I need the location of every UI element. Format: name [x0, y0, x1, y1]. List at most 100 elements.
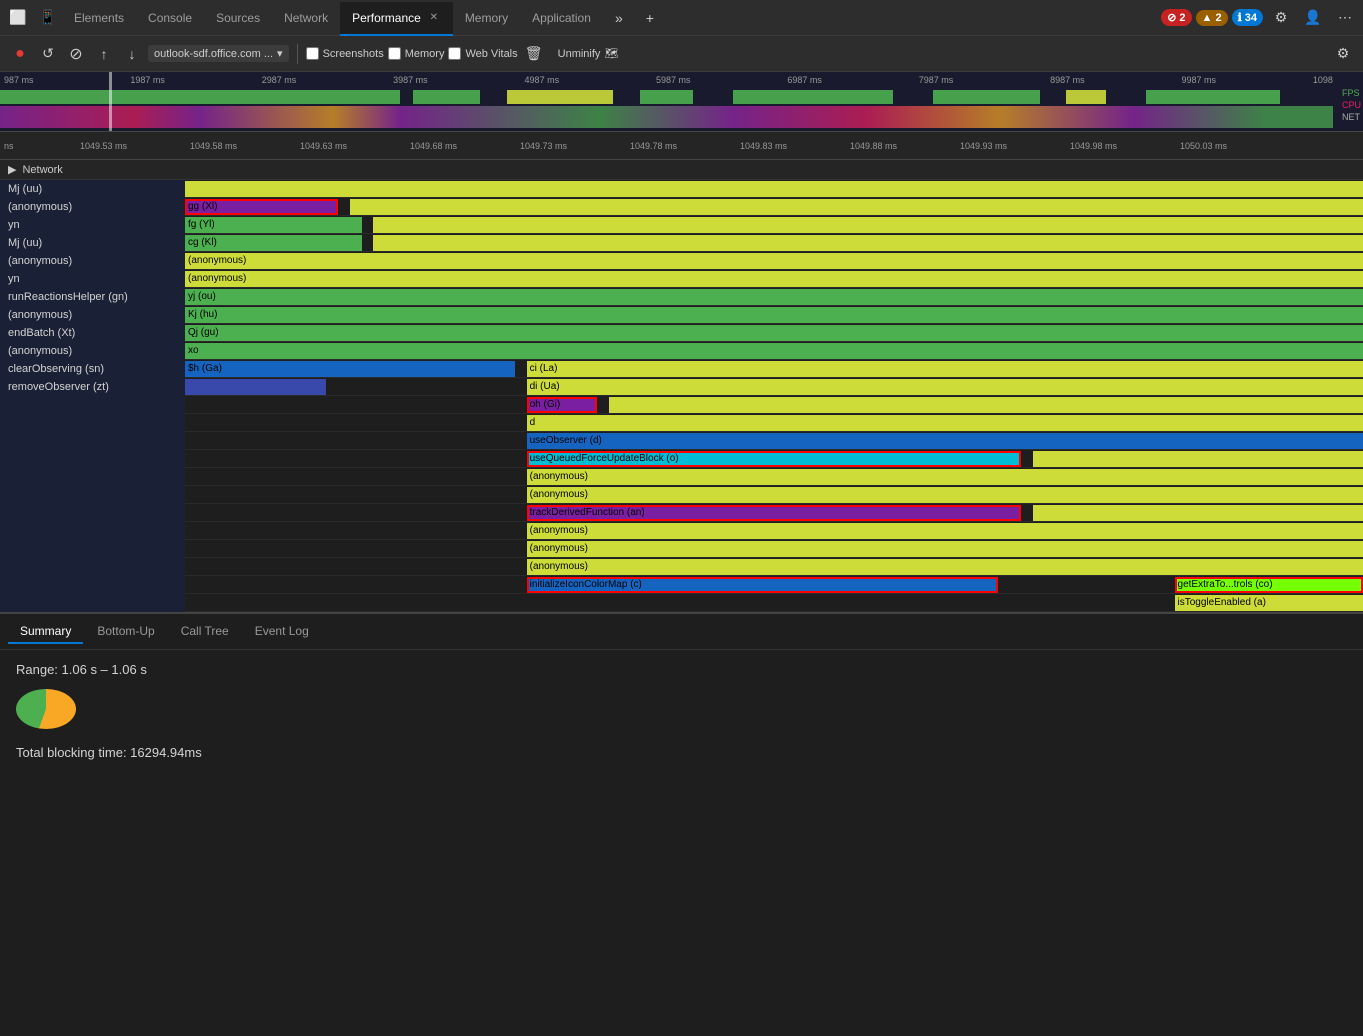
flame-block[interactable]: (anonymous) [527, 487, 1363, 503]
flame-block[interactable]: (anonymous) [527, 541, 1363, 557]
screenshots-checkbox[interactable]: Screenshots [306, 47, 384, 60]
table-row: (anonymous) Kj (hu) [0, 306, 1363, 324]
web-vitals-checkbox[interactable]: Web Vitals [448, 47, 517, 60]
settings2-icon[interactable]: ⚙ [1331, 42, 1355, 66]
flame-block[interactable] [1033, 505, 1363, 521]
flame-block[interactable] [350, 199, 1363, 215]
table-row: isToggleEnabled (a) [0, 594, 1363, 612]
tab-elements[interactable]: Elements [62, 2, 136, 36]
flame-label [0, 594, 185, 612]
flame-block[interactable]: gg (Xl) [185, 199, 338, 215]
tab-summary[interactable]: Summary [8, 620, 83, 644]
flame-blocks: gg (Xl) [185, 198, 1363, 216]
tab-call-tree[interactable]: Call Tree [169, 620, 241, 644]
reload-btn[interactable]: ↺ [36, 42, 60, 66]
flame-block[interactable] [1033, 451, 1363, 467]
table-row: endBatch (Xt) Qj (gu) [0, 324, 1363, 342]
separator1 [297, 44, 298, 64]
more-tabs-btn[interactable]: » [605, 4, 633, 32]
flame-block[interactable] [609, 397, 1363, 413]
tab-application[interactable]: Application [520, 2, 603, 36]
network-expand-icon[interactable]: ▶ [8, 163, 16, 176]
flame-block[interactable]: (anonymous) [527, 559, 1363, 575]
tab-memory[interactable]: Memory [453, 2, 520, 36]
upload-btn[interactable]: ↑ [92, 42, 116, 66]
flame-block[interactable]: (anonymous) [185, 253, 1363, 269]
flame-blocks: Kj (hu) [185, 306, 1363, 324]
flame-block[interactable]: isToggleEnabled (a) [1175, 595, 1363, 611]
flame-label [0, 450, 185, 468]
flame-label: (anonymous) [0, 198, 185, 216]
flame-block[interactable]: ci (La) [527, 361, 1363, 377]
customize-icon[interactable]: 👤 [1299, 4, 1327, 32]
flame-block[interactable]: (anonymous) [527, 469, 1363, 485]
tab-network[interactable]: Network [272, 2, 340, 36]
tab-close-performance[interactable]: ✕ [427, 11, 441, 25]
device-icon[interactable]: 📱 [34, 4, 62, 32]
flame-block[interactable]: useObserver (d) [527, 433, 1363, 449]
error-badge[interactable]: ⊘ 2 [1161, 9, 1191, 26]
overview-panel: 987 ms 1987 ms 2987 ms 3987 ms 4987 ms 5… [0, 72, 1363, 132]
flame-blocks: (anonymous) [185, 270, 1363, 288]
flame-block[interactable]: trackDerivedFunction (an) [527, 505, 1022, 521]
table-row: (anonymous) [0, 486, 1363, 504]
dock-icon[interactable]: ⬜ [4, 4, 32, 32]
record-btn[interactable]: ● [8, 42, 32, 66]
flame-block[interactable]: $h (Ga) [185, 361, 515, 377]
table-row: (anonymous) gg (Xl) [0, 198, 1363, 216]
tab-console[interactable]: Console [136, 2, 204, 36]
flame-blocks: (anonymous) [185, 252, 1363, 270]
tab-bottom-up[interactable]: Bottom-Up [85, 620, 166, 644]
settings-icon[interactable]: ⚙ [1267, 4, 1295, 32]
trash-icon[interactable]: 🗑 [522, 42, 546, 66]
flame-block[interactable]: di (Ua) [527, 379, 1363, 395]
flame-label: Mj (uu) [0, 234, 185, 252]
flame-block[interactable]: d [527, 415, 1363, 431]
flame-label [0, 558, 185, 576]
flame-block[interactable]: (anonymous) [527, 523, 1363, 539]
flame-block[interactable] [373, 235, 1363, 251]
flame-block[interactable]: useQueuedForceUpdateBlock (o) [527, 451, 1022, 467]
flame-block[interactable]: (anonymous) [185, 271, 1363, 287]
flame-block[interactable]: oh (Gi) [527, 397, 598, 413]
flame-label: (anonymous) [0, 342, 185, 360]
flame-blocks: (anonymous) [185, 540, 1363, 558]
flame-block[interactable] [373, 217, 1363, 233]
flame-block[interactable]: initializeIconColorMap (c) [527, 577, 998, 593]
flame-block[interactable]: cg (Kl) [185, 235, 362, 251]
tab-event-log[interactable]: Event Log [243, 620, 321, 644]
flame-block[interactable] [185, 181, 1363, 197]
table-row: (anonymous) [0, 522, 1363, 540]
flame-block[interactable]: getExtraTo...trols (co) [1175, 577, 1363, 593]
download-btn[interactable]: ↓ [120, 42, 144, 66]
flame-blocks: (anonymous) [185, 468, 1363, 486]
flame-block[interactable]: xo [185, 343, 1363, 359]
more-icon[interactable]: ⋯ [1331, 4, 1359, 32]
warning-badge[interactable]: ▲ 2 [1196, 10, 1228, 26]
flame-block[interactable]: yj (ou) [185, 289, 1363, 305]
flame-label [0, 468, 185, 486]
flame-blocks: useQueuedForceUpdateBlock (o) [185, 450, 1363, 468]
memory-checkbox[interactable]: Memory [388, 47, 445, 60]
table-row: runReactionsHelper (gn) yj (ou) [0, 288, 1363, 306]
flame-blocks: $h (Ga) ci (La) [185, 360, 1363, 378]
tab-sources[interactable]: Sources [204, 2, 272, 36]
flame-block[interactable]: Kj (hu) [185, 307, 1363, 323]
url-dropdown-icon[interactable]: ▾ [277, 47, 283, 60]
table-row: removeObserver (zt) di (Ua) [0, 378, 1363, 396]
info-badge[interactable]: ℹ 34 [1232, 9, 1263, 26]
devtools-icons: ⬜ 📱 [4, 4, 62, 32]
bottom-content: Range: 1.06 s – 1.06 s Total blocking ti… [0, 650, 1363, 772]
flame-label: Mj (uu) [0, 180, 185, 198]
flame-blocks: yj (ou) [185, 288, 1363, 306]
table-row: yn (anonymous) [0, 270, 1363, 288]
flame-block[interactable] [185, 379, 326, 395]
add-tab-btn[interactable]: + [636, 4, 664, 32]
flame-blocks: (anonymous) [185, 558, 1363, 576]
tab-performance[interactable]: Performance ✕ [340, 2, 453, 36]
flame-block[interactable]: Qj (gu) [185, 325, 1363, 341]
flame-blocks: di (Ua) [185, 378, 1363, 396]
flame-block[interactable]: fg (Yl) [185, 217, 362, 233]
clear-btn[interactable]: ⊘ [64, 42, 88, 66]
unminify-btn[interactable]: Unminify 🗺 [550, 45, 627, 62]
